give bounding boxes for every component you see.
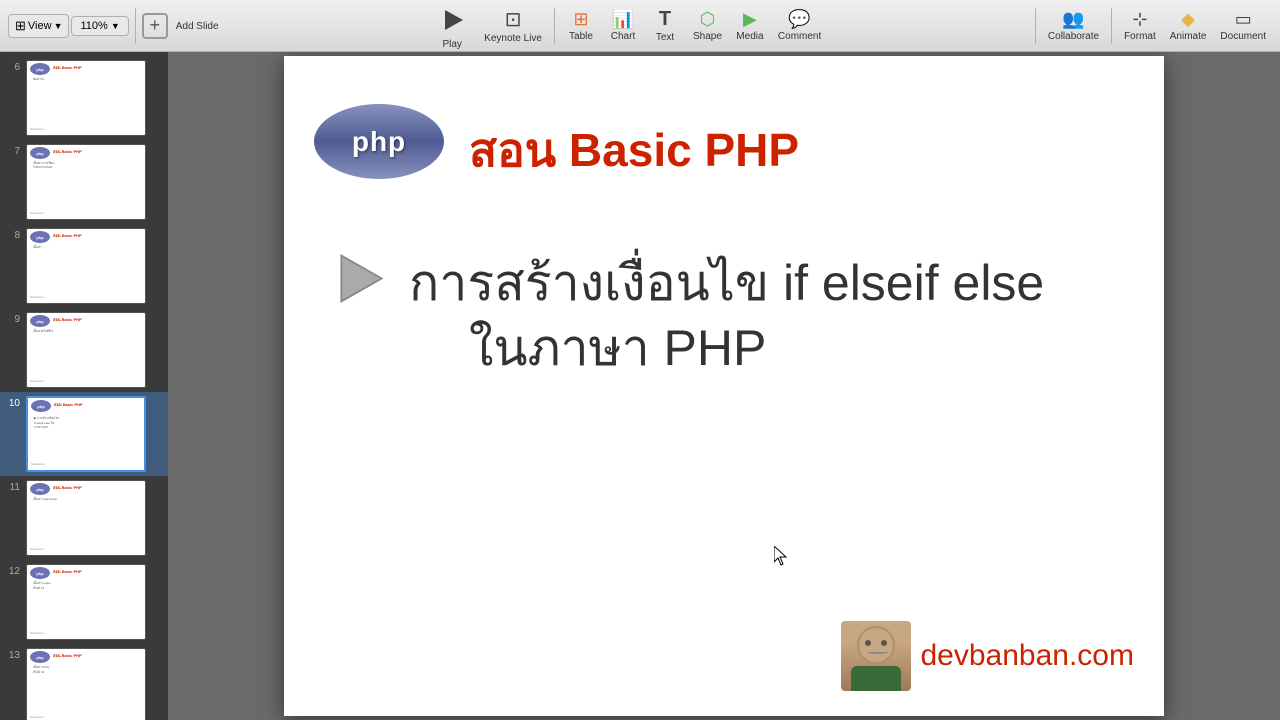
divider-2 xyxy=(554,8,555,44)
text-button[interactable]: T Text xyxy=(645,6,685,45)
format-label: Format xyxy=(1124,31,1156,42)
chart-button[interactable]: 📊 Chart xyxy=(603,7,643,44)
zoom-label: 110% xyxy=(80,20,107,32)
content-main-line: การสร้างเงื่อนไข if elseif else ในภาษา P… xyxy=(334,251,1134,381)
toolbar: ⊞ View ▼ 110% ▼ + Add Slide Play ⊡ Keyno… xyxy=(0,0,1280,52)
shape-icon: ⬡ xyxy=(700,9,716,30)
add-slide-label: Add Slide xyxy=(176,21,219,32)
add-slide-group[interactable]: Add Slide xyxy=(170,18,225,34)
comment-button[interactable]: 💬 Comment xyxy=(772,7,827,44)
slide-preview-8: php สอน Basic PHP เนื้อหา Sumer.net xyxy=(26,228,146,304)
slide-num-10: 10 xyxy=(6,396,20,409)
comment-icon: 💬 xyxy=(788,9,810,30)
slide-thumb-11[interactable]: 11 php สอน Basic PHP เนื้อหา code loops … xyxy=(0,476,168,560)
slide-num-6: 6 xyxy=(6,60,20,73)
slide-footer: devbanban.com xyxy=(841,621,1135,691)
table-label: Table xyxy=(569,31,593,42)
collaborate-label: Collaborate xyxy=(1048,31,1099,42)
comment-label: Comment xyxy=(778,31,821,42)
divider-1 xyxy=(135,8,136,44)
slide-preview-10: php สอน Basic PHP ▶ การสร้างเงื่อนไข if … xyxy=(26,396,146,472)
play-icon xyxy=(434,2,470,38)
slide-content: การสร้างเงื่อนไข if elseif else ในภาษา P… xyxy=(334,251,1134,381)
media-button[interactable]: ▶ Media xyxy=(730,7,770,44)
slide-thumb-9[interactable]: 9 php สอน Basic PHP เนื้อหาสไลด์ที่ 9 Su… xyxy=(0,308,168,392)
slide-preview-7: php สอน Basic PHP เนื้อหา การเขียน โปรแก… xyxy=(26,144,146,220)
slide-panel: 6 php สอน Basic PHP ข้อความ Sumer.net 7 … xyxy=(0,52,168,720)
text-icon: T xyxy=(659,8,671,31)
php-logo-ellipse: php xyxy=(314,104,444,179)
divider-4 xyxy=(1111,8,1112,44)
slide-thumb-8[interactable]: 8 php สอน Basic PHP เนื้อหา Sumer.net xyxy=(0,224,168,308)
play-triangle-icon xyxy=(445,10,463,30)
footer-url: devbanban.com xyxy=(921,639,1135,673)
content-line1: การสร้างเงื่อนไข if elseif else xyxy=(409,251,1044,316)
table-button[interactable]: ⊞ Table xyxy=(561,7,601,44)
keynote-live-label: Keynote Live xyxy=(484,33,542,44)
view-button[interactable]: ⊞ View ▼ xyxy=(8,14,69,38)
slide-num-13: 13 xyxy=(6,648,20,661)
divider-3 xyxy=(1035,8,1036,44)
slide-thumb-12[interactable]: 12 php สอน Basic PHP เนื้อหา Loopsสไลด์ … xyxy=(0,560,168,644)
shape-label: Shape xyxy=(693,31,722,42)
shape-button[interactable]: ⬡ Shape xyxy=(687,7,728,44)
animate-label: Animate xyxy=(1170,31,1207,42)
slide-canvas: php สอน Basic PHP การสร้างเงื่อนไข if el… xyxy=(284,56,1164,716)
collaborate-button[interactable]: 👥 Collaborate xyxy=(1042,7,1105,44)
slide-title: สอน Basic PHP xyxy=(469,114,799,187)
table-icon: ⊞ xyxy=(573,9,588,30)
cursor xyxy=(774,546,790,571)
keynote-live-icon: ⊡ xyxy=(505,7,522,32)
chart-label: Chart xyxy=(611,31,635,42)
slide-num-8: 8 xyxy=(6,228,20,241)
play-button[interactable]: Play xyxy=(428,0,476,52)
avatar xyxy=(841,621,911,691)
slide-thumb-13[interactable]: 13 php สอน Basic PHP เนื้อหา Arrayสไลด์ … xyxy=(0,644,168,720)
slide-num-9: 9 xyxy=(6,312,20,325)
slide-num-7: 7 xyxy=(6,144,20,157)
chart-icon: 📊 xyxy=(612,9,634,30)
canvas-area[interactable]: php สอน Basic PHP การสร้างเงื่อนไข if el… xyxy=(168,52,1280,720)
php-logo: php xyxy=(314,104,444,179)
format-icon: ⊹ xyxy=(1132,9,1147,30)
add-slide-button[interactable]: + xyxy=(142,13,168,39)
slide-preview-6: php สอน Basic PHP ข้อความ Sumer.net xyxy=(26,60,146,136)
slide-preview-9: php สอน Basic PHP เนื้อหาสไลด์ที่ 9 Sume… xyxy=(26,312,146,388)
slide-num-12: 12 xyxy=(6,564,20,577)
play-arrow-icon xyxy=(334,251,389,306)
collaborate-icon: 👥 xyxy=(1062,9,1084,30)
slide-thumb-10[interactable]: 10 php สอน Basic PHP ▶ การสร้างเงื่อนไข … xyxy=(0,392,168,476)
slide-thumb-7[interactable]: 7 php สอน Basic PHP เนื้อหา การเขียน โปร… xyxy=(0,140,168,224)
slide-num-11: 11 xyxy=(6,480,20,493)
document-icon: ▭ xyxy=(1235,9,1252,30)
media-label: Media xyxy=(736,31,763,42)
keynote-live-button[interactable]: ⊡ Keynote Live xyxy=(478,5,548,46)
slide-preview-11: php สอน Basic PHP เนื้อหา code loops Sum… xyxy=(26,480,146,556)
document-button[interactable]: ▭ Document xyxy=(1214,7,1272,44)
php-logo-text: php xyxy=(352,126,406,158)
format-button[interactable]: ⊹ Format xyxy=(1118,7,1162,44)
text-label: Text xyxy=(656,32,674,43)
view-label: View xyxy=(28,20,52,32)
slide-preview-13: php สอน Basic PHP เนื้อหา Arrayสไลด์ 13 … xyxy=(26,648,146,720)
animate-icon: ◆ xyxy=(1181,9,1195,30)
slide-thumb-6[interactable]: 6 php สอน Basic PHP ข้อความ Sumer.net xyxy=(0,56,168,140)
animate-button[interactable]: ◆ Animate xyxy=(1164,7,1213,44)
main-area: 6 php สอน Basic PHP ข้อความ Sumer.net 7 … xyxy=(0,52,1280,720)
play-label: Play xyxy=(442,39,461,50)
zoom-button[interactable]: 110% ▼ xyxy=(71,16,128,36)
content-line2: ในภาษา PHP xyxy=(469,316,1044,381)
media-icon: ▶ xyxy=(743,9,757,30)
document-label: Document xyxy=(1220,31,1266,42)
content-text-block: การสร้างเงื่อนไข if elseif else ในภาษา P… xyxy=(409,251,1044,381)
slide-preview-12: php สอน Basic PHP เนื้อหา Loopsสไลด์ 12 … xyxy=(26,564,146,640)
